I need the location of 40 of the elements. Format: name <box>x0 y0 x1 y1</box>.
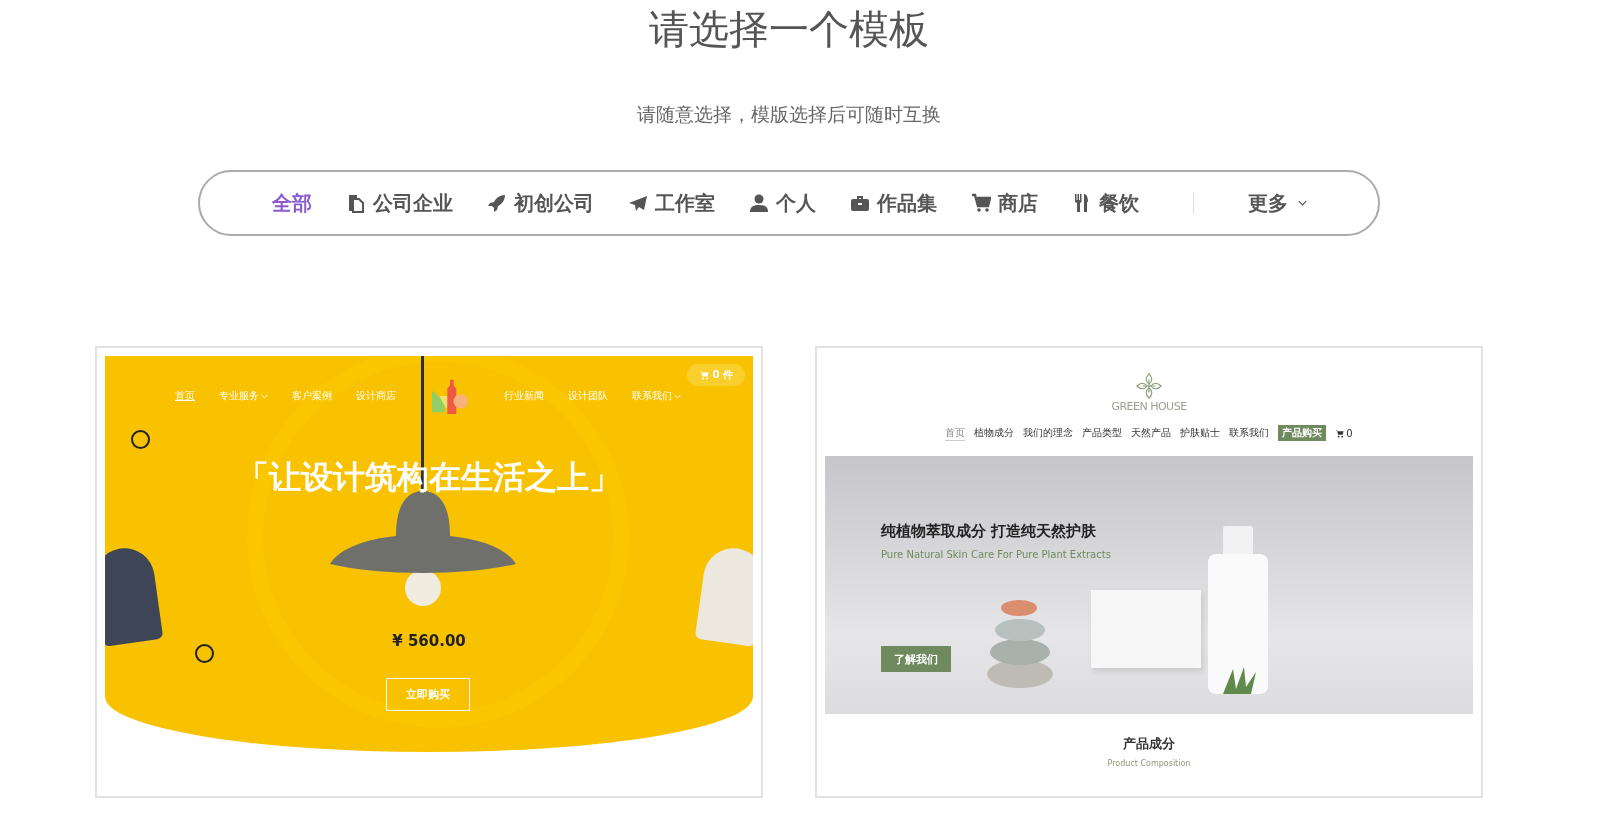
preview-nav-link[interactable]: 我们的理念 <box>1023 426 1074 440</box>
ring-decoration <box>195 644 214 663</box>
category-tab[interactable]: 商店 <box>970 189 1038 217</box>
page-title: 请选择一个模板 <box>649 5 929 54</box>
template-card[interactable]: GREEN HOUSE 首页 植物成分 我们的理念 产品类型 天然产品 护肤贴士 联系我们 产品购买 0 纯植物萃取成分 打造纯天然护肤 Pure Natural Skin Care For Pure Plant Extracts 了解我们 产品成分 Product Composition <box>815 346 1483 798</box>
category-tab[interactable]: 作品集 <box>849 189 937 217</box>
briefcase-icon <box>849 193 870 213</box>
preview-nav-link[interactable]: 护肤贴士 <box>1180 426 1221 440</box>
cart-icon <box>698 370 709 380</box>
cart-icon <box>1335 428 1345 438</box>
flower-logo-icon <box>1135 372 1163 400</box>
section-title: 产品成分 <box>1123 734 1175 753</box>
preview-nav-link[interactable]: 植物成分 <box>974 426 1015 440</box>
more-dropdown[interactable]: 更多 <box>1247 189 1307 217</box>
cart-icon <box>970 193 991 213</box>
preview-nav-link[interactable]: 首页 <box>945 425 966 441</box>
brand-name: GREEN HOUSE <box>1111 400 1187 413</box>
cart-button[interactable]: 0 <box>1335 427 1353 439</box>
purchase-button[interactable]: 产品购买 <box>1278 425 1327 441</box>
ring-decoration <box>131 430 150 449</box>
category-tab[interactable]: 全部 <box>271 189 312 217</box>
rocket-icon <box>486 193 507 213</box>
learn-more-button[interactable]: 了解我们 <box>881 646 951 672</box>
preview-nav-link[interactable]: 联系我们 <box>1229 426 1270 440</box>
logo-icon <box>430 378 470 414</box>
page-subtitle: 请随意选择，模版选择后可随时互换 <box>637 102 941 127</box>
hero-headline: 纯植物萃取成分 打造纯天然护肤 <box>881 522 1098 541</box>
hero-tagline: Pure Natural Skin Care For Pure Plant Extracts <box>881 549 1111 560</box>
category-tab[interactable]: 工作室 <box>627 189 715 217</box>
category-tab[interactable]: 餐饮 <box>1071 189 1139 217</box>
paper-plane-icon <box>627 193 648 213</box>
category-tab[interactable]: 公司企业 <box>345 189 453 217</box>
caret-icon <box>1297 200 1307 206</box>
user-icon <box>748 193 769 213</box>
section-subtitle: Product Composition <box>1107 758 1191 768</box>
category-tab[interactable]: 个人 <box>748 189 816 217</box>
product-price: ¥ 560.00 <box>391 632 467 650</box>
preview-nav-link[interactable]: 天然产品 <box>1131 426 1172 440</box>
preview-nav-link[interactable]: 产品类型 <box>1082 426 1123 440</box>
category-tab[interactable]: 初创公司 <box>486 189 594 217</box>
